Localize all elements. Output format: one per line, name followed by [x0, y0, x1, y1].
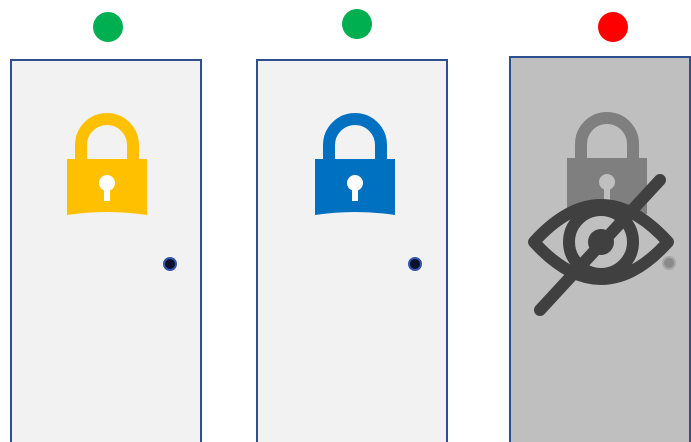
padlock-icon	[315, 113, 395, 215]
status-indicator-door-2	[342, 9, 372, 39]
door-knob[interactable]	[163, 257, 177, 271]
padlock-icon	[67, 113, 147, 215]
door-2[interactable]	[256, 59, 448, 442]
door-3[interactable]	[509, 56, 691, 442]
eye-slash-icon	[528, 174, 674, 316]
door-1[interactable]	[10, 59, 202, 442]
status-indicator-door-3	[598, 12, 628, 42]
door-knob[interactable]	[408, 257, 422, 271]
doors-diagram	[0, 0, 691, 442]
status-indicator-door-1	[93, 12, 123, 42]
